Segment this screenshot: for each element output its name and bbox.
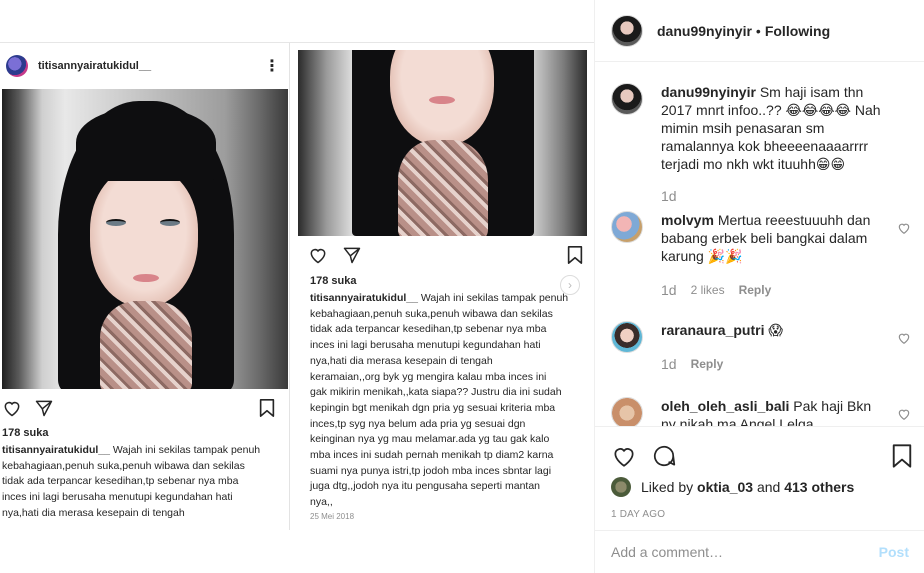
liked-by-and: and bbox=[756, 479, 781, 495]
avatar bbox=[6, 55, 28, 77]
caption-line: Wajah ini sekilas tampak penuh bbox=[112, 444, 261, 456]
caption-line: inces ini lagi berusaha menutupi kegunda… bbox=[310, 339, 541, 352]
comment-text-block: raranaura_putri 😱 bbox=[661, 321, 887, 339]
reply-button[interactable]: Reply bbox=[739, 281, 772, 299]
caption-line: mba inces ini sudah pernah menikah tp di… bbox=[310, 449, 554, 462]
post-header: danu99nyinyir • Following bbox=[595, 0, 924, 62]
comment-text-block: oleh_oleh_asli_bali Pak haji Bkn ny nika… bbox=[661, 397, 887, 426]
embedded-username: titisannyairatukidul__ bbox=[38, 60, 152, 72]
comment-text-block: danu99nyinyir Sm haji isam thn 2017 mnrt… bbox=[661, 83, 887, 173]
avatar[interactable] bbox=[611, 211, 643, 243]
caption-username: titisannyairatukidul__ bbox=[2, 444, 110, 456]
header-username[interactable]: danu99nyinyir bbox=[657, 23, 752, 39]
send-icon bbox=[35, 400, 53, 417]
caption-line: tidak ada terpancar kesedihan,tp sebenar… bbox=[310, 323, 547, 336]
caption-line: inces,tp syg nya belum ada pria yg sesua… bbox=[310, 417, 526, 430]
comment-time[interactable]: 1d bbox=[661, 355, 677, 373]
comment-text: 😱 bbox=[768, 322, 783, 338]
caption-line: inces ini lagi berusaha menutupi kegunda… bbox=[2, 491, 233, 504]
more-options-icon: ⋮ bbox=[264, 58, 280, 75]
embedded-screenshot-left: titisannyairatukidul__ ⋮ 178 suka titisa… bbox=[0, 42, 290, 530]
comment-meta: 1d bbox=[661, 187, 677, 205]
comment-likes[interactable]: 2 likes bbox=[691, 281, 725, 299]
heart-icon[interactable] bbox=[897, 331, 911, 345]
comment-item: danu99nyinyir Sm haji isam thn 2017 mnrt… bbox=[611, 83, 911, 205]
avatar[interactable] bbox=[611, 83, 643, 115]
comment-username[interactable]: raranaura_putri bbox=[661, 322, 764, 338]
comment-text-block: molvym Mertua reeestuuuhh dan babang erb… bbox=[661, 211, 887, 265]
caption-line: nya,, bbox=[310, 496, 333, 509]
embedded-likes-count: 178 suka bbox=[310, 275, 357, 287]
comment-time[interactable]: 1d bbox=[661, 187, 677, 205]
comments-list[interactable]: danu99nyinyir Sm haji isam thn 2017 mnrt… bbox=[595, 63, 924, 426]
embedded-photo bbox=[298, 50, 587, 236]
comment-meta: 1d 2 likes Reply bbox=[661, 281, 771, 299]
post-actions: Liked by oktia_03 and 413 others 1 DAY A… bbox=[595, 426, 924, 530]
avatar[interactable] bbox=[611, 397, 643, 426]
comment-item: raranaura_putri 😱 1d Reply bbox=[611, 321, 911, 381]
embedded-date: 25 Mei 2018 bbox=[310, 512, 355, 521]
post-sidebar: danu99nyinyir • Following danu99nyinyir … bbox=[594, 0, 924, 573]
post-button[interactable]: Post bbox=[879, 544, 909, 560]
comment-time[interactable]: 1d bbox=[661, 281, 677, 299]
post-timestamp[interactable]: 1 DAY AGO bbox=[611, 509, 665, 520]
caption-line: gak mikirin menikah,,kata siapa?? Justru… bbox=[310, 386, 562, 399]
comment-username[interactable]: danu99nyinyir bbox=[661, 84, 756, 100]
heart-icon bbox=[4, 401, 20, 417]
caption-line: nya,hati dia merasa kesepain di tengah bbox=[2, 506, 185, 519]
heart-icon[interactable] bbox=[897, 407, 911, 421]
post-image[interactable]: titisannyairatukidul__ ⋮ 178 suka titisa… bbox=[0, 0, 594, 573]
bookmark-icon bbox=[259, 399, 275, 417]
bookmark-icon[interactable] bbox=[891, 443, 913, 469]
liked-by-others[interactable]: 413 others bbox=[784, 479, 854, 495]
heart-icon[interactable] bbox=[897, 221, 911, 235]
heart-icon[interactable] bbox=[611, 443, 637, 469]
caption-line: kebahagiaan,penuh suka,penuh wibawa dan … bbox=[310, 307, 553, 320]
caption-line: tidak ada terpancar kesedihan,tp sebenar… bbox=[2, 475, 239, 488]
avatar[interactable] bbox=[611, 477, 631, 497]
caption-line: suami nya punya istri,tp jodoh mba inces… bbox=[310, 464, 552, 477]
comment-input[interactable] bbox=[611, 544, 879, 560]
liked-by: Liked by oktia_03 and 413 others bbox=[611, 477, 854, 497]
caption-line: juga dtg,,jodoh nya itu pengusaha sepert… bbox=[310, 480, 541, 493]
comment-username[interactable]: oleh_oleh_asli_bali bbox=[661, 398, 789, 414]
avatar[interactable] bbox=[611, 14, 643, 47]
embedded-action-row bbox=[0, 397, 289, 421]
embedded-photo bbox=[2, 89, 288, 389]
heart-icon bbox=[310, 248, 326, 264]
send-icon bbox=[343, 247, 361, 264]
caption-line: keramaian,,org byk yg mengira kalau mba … bbox=[310, 370, 547, 383]
bookmark-icon bbox=[567, 246, 583, 264]
embedded-likes-count: 178 suka bbox=[2, 427, 49, 439]
following-button[interactable]: Following bbox=[765, 23, 830, 39]
caption-line: nya,hati dia merasa kesepain di tengah bbox=[310, 354, 493, 367]
comment-form: Post bbox=[595, 530, 924, 573]
caption-line: kebahagiaan,penuh suka,penuh wibawa dan … bbox=[2, 459, 245, 472]
liked-by-user[interactable]: oktia_03 bbox=[697, 479, 753, 495]
comment-username[interactable]: molvym bbox=[661, 212, 714, 228]
liked-by-prefix: Liked by bbox=[641, 479, 694, 495]
comment-meta: 1d Reply bbox=[661, 355, 723, 373]
caption-line: Wajah ini sekilas tampak penuh bbox=[420, 292, 569, 304]
comment-item: molvym Mertua reeestuuuhh dan babang erb… bbox=[611, 211, 911, 301]
caption-line: kepingin bgt menikah dgn pria yg sesuai … bbox=[310, 401, 556, 414]
embedded-caption: titisannyairatukidul__ Wajah ini sekilas… bbox=[310, 291, 582, 511]
separator-dot: • bbox=[755, 22, 761, 39]
avatar[interactable] bbox=[611, 321, 643, 353]
comment-item: oleh_oleh_asli_bali Pak haji Bkn ny nika… bbox=[611, 397, 911, 426]
embedded-post-header: titisannyairatukidul__ ⋮ bbox=[0, 43, 289, 89]
comment-bubble-icon[interactable] bbox=[651, 443, 677, 469]
embedded-screenshot-right: › 178 suka titisannyairatukidul__ Wajah … bbox=[298, 50, 587, 528]
caption-line: keinginan nya yg mau melamar.ada yg tau … bbox=[310, 433, 550, 446]
caption-username: titisannyairatukidul__ bbox=[310, 292, 418, 304]
reply-button[interactable]: Reply bbox=[691, 355, 724, 373]
embedded-caption: titisannyairatukidul__ Wajah ini sekilas… bbox=[2, 443, 288, 522]
embedded-action-row bbox=[298, 244, 587, 268]
